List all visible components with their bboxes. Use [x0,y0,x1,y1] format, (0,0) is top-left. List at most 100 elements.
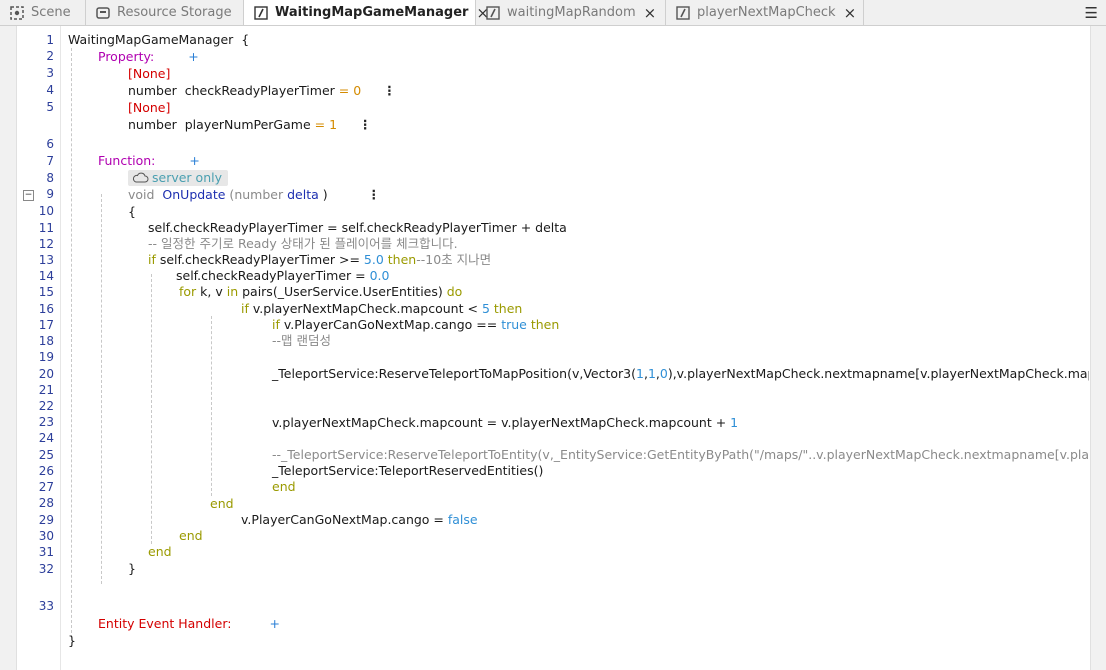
close-icon[interactable]: × [844,4,857,22]
line-number: 14 [38,269,54,283]
line-number: 19 [38,350,54,364]
code-line: if v.playerNextMapCheck.mapcount < 5 the… [241,301,522,317]
code-line: for k, v in pairs(_UserService.UserEntit… [179,284,462,300]
param-type: number [234,187,284,202]
code-text: pairs(_UserService.UserEntities) [238,284,447,299]
code-keyword-end: end [210,496,234,511]
line-number: 7 [46,154,54,168]
number: 1 [647,366,656,381]
tab-label: waitingMapRandom [507,5,636,20]
add-event-handler-button[interactable]: + [269,616,279,631]
code-line: [None] [128,66,170,82]
tab-label: Scene [31,5,71,20]
code-line: _TeleportService:TeleportReservedEntitie… [272,463,544,478]
code-comment: --맵 랜덤성 [272,333,331,348]
code-keyword-end: end [179,528,203,543]
keyword: for [179,284,197,299]
line-number: 10 [38,204,54,218]
tab-waitingmapgamemanager[interactable]: WaitingMapGameManager × [244,0,489,25]
line-number: 20 [38,367,54,381]
indent-guide [211,316,212,496]
line-number: 12 [38,237,54,251]
vertical-scrollbar[interactable] [1090,26,1106,670]
function-name: OnUpdate [162,187,226,202]
code-comment: -- 일정한 주기로 Ready 상태가 된 플레이어를 체크합니다. [148,236,458,251]
tab-scene[interactable]: Scene [0,0,86,25]
add-function-button[interactable]: + [189,153,199,168]
number: 5.0 [363,252,384,267]
line-number: 30 [38,529,54,543]
code-line: if self.checkReadyPlayerTimer >= 5.0 the… [148,252,491,268]
line-number: 28 [38,496,54,510]
code-editor[interactable]: WaitingMapGameManager { Property: + [None… [61,26,1089,670]
line-number: 33 [38,599,54,613]
code-keyword-end: end [272,479,296,494]
tab-label: WaitingMapGameManager [275,5,469,20]
code-text: self.checkReadyPlayerTimer = [176,268,370,283]
line-number: 2 [46,49,54,63]
code-line: } [128,561,136,576]
type: number [128,117,177,132]
tab-resource-storage[interactable]: Resource Storage [86,0,244,25]
number: 1 [730,415,739,430]
code-text: v.PlayerCanGoNextMap.cango == [279,317,502,332]
line-number: 27 [38,480,54,494]
code-comment: --_TeleportService:ReserveTeleportToEnti… [272,447,1089,462]
tab-playernextmapcheck[interactable]: playerNextMapCheck × [666,0,864,25]
property-value: 0 [353,83,362,98]
line-number: 18 [38,334,54,348]
entity-event-section-label: Entity Event Handler: [98,616,232,631]
code-line: server only [128,170,228,186]
paren: ) [322,187,328,202]
line-number: 23 [38,415,54,429]
keyword: do [446,284,463,299]
property-value: 1 [329,117,338,132]
more-options-icon[interactable]: ⋮ [383,83,396,98]
boolean: false [447,512,478,527]
script-icon [486,5,500,20]
keyword: then [526,317,560,332]
keyword: then [383,252,417,267]
code-text: ),v.playerNextMapCheck.nextmapname[v.pla… [667,366,1089,381]
line-number: 11 [38,221,54,235]
server-only-badge: server only [128,170,228,186]
line-number: 21 [38,383,54,397]
menu-icon[interactable]: ☰ [1085,4,1098,22]
add-property-button[interactable]: + [188,49,198,64]
keyword: if [148,252,156,267]
keyword: then [489,301,523,316]
left-panel-edge [0,26,17,670]
line-number: 8 [46,171,54,185]
line-number: 24 [38,431,54,445]
cloud-icon [132,172,149,183]
code-line: self.checkReadyPlayerTimer = self.checkR… [148,220,567,235]
server-only-label: server only [152,170,222,185]
line-number: 22 [38,399,54,413]
brace: { [241,32,250,47]
more-options-icon[interactable]: ⋮ [368,187,381,202]
number: 1 [636,366,644,381]
code-line: { [128,204,136,220]
line-number: 25 [38,448,54,462]
line-number: 3 [46,66,54,80]
code-keyword-end: end [148,544,172,559]
collapse-toggle[interactable]: − [23,190,34,201]
code-comment: --10초 지나면 [416,252,492,267]
function-section-label: Function: [98,153,156,168]
code-text: v.playerNextMapCheck.mapcount = v.player… [272,415,731,430]
line-number: 16 [38,302,54,316]
tab-waitingmaprandom[interactable]: waitingMapRandom × [476,0,666,25]
code-text: v.PlayerCanGoNextMap.cango = [241,512,448,527]
param-name: delta [287,187,319,202]
number: 5 [481,301,490,316]
code-line: Entity Event Handler: + [98,616,280,632]
tab-label: playerNextMapCheck [697,5,836,20]
indent-guide [101,194,102,584]
class-name: WaitingMapGameManager [68,32,234,47]
code-line: WaitingMapGameManager { [68,32,249,48]
code-text: v.playerNextMapCheck.mapcount < [248,301,482,316]
keyword: in [226,284,239,299]
close-icon[interactable]: × [644,4,657,22]
line-number: 1 [46,33,54,47]
more-options-icon[interactable]: ⋮ [359,117,372,132]
